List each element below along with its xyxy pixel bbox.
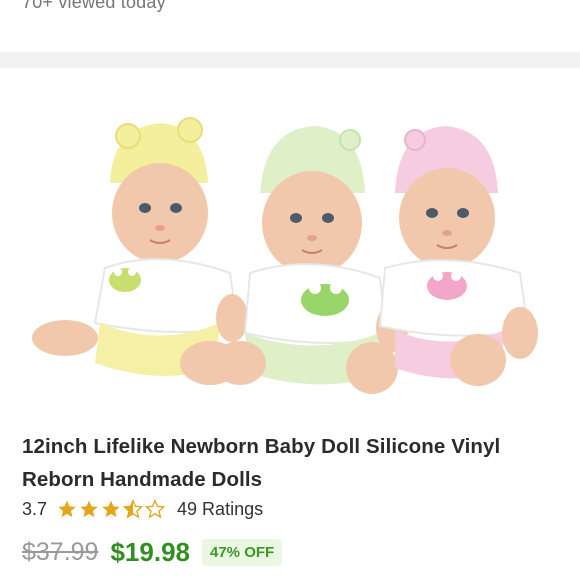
rating-value: 3.7 [22, 498, 48, 519]
product-image[interactable] [0, 68, 580, 418]
price-row: $37.99 $19.98 47% OFF [22, 535, 283, 569]
discount-badge: 47% OFF [202, 538, 283, 566]
section-divider [0, 52, 580, 68]
star-empty-icon [145, 499, 166, 519]
star-full-icon [58, 500, 76, 518]
rating-stars [57, 499, 167, 519]
star-full-icon [102, 500, 120, 518]
star-half-icon [123, 499, 144, 519]
ratings-count[interactable]: 49 Ratings [177, 499, 263, 520]
rating-row[interactable]: 3.7 49 Ratings [22, 498, 263, 520]
header-strip: 70+ viewed today [0, 0, 580, 52]
current-price: $19.98 [110, 536, 190, 567]
viewed-count-text: 70+ viewed today [22, 0, 166, 12]
product-card[interactable]: 12inch Lifelike Newborn Baby Doll Silico… [0, 68, 580, 580]
original-price: $37.99 [22, 537, 99, 566]
star-full-icon [80, 500, 98, 518]
product-title[interactable]: 12inch Lifelike Newborn Baby Doll Silico… [22, 430, 567, 496]
